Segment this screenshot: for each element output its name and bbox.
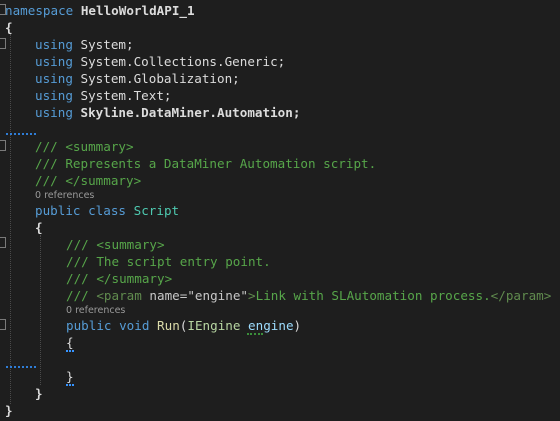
using-namespace: System.Text; <box>80 88 172 103</box>
code-line[interactable]: using System.Text; <box>35 87 560 104</box>
doc-comment-line[interactable]: /// </summary> <box>66 270 560 287</box>
xml-tag-close: > <box>248 288 256 303</box>
doc-comment-line[interactable]: /// Represents a DataMiner Automation sc… <box>35 155 560 172</box>
change-marker <box>6 364 36 368</box>
keyword-public: public <box>35 203 81 218</box>
code-line[interactable]: public void Run(IEngine engine) <box>66 317 560 334</box>
keyword-using: using <box>35 71 73 86</box>
using-namespace: Skyline.DataMiner.Automation; <box>80 105 301 120</box>
keyword-using: using <box>35 54 73 69</box>
code-line[interactable]: using System; <box>35 36 560 53</box>
using-namespace: System; <box>80 37 134 52</box>
xml-tag-open: <param <box>96 288 150 303</box>
brace: { <box>35 220 43 235</box>
fold-toggle-method-summary[interactable] <box>0 237 6 248</box>
keyword-using: using <box>35 105 73 120</box>
code-line[interactable]: } <box>35 385 560 402</box>
method-name: Run <box>157 318 180 333</box>
squiggle-marker <box>66 350 74 352</box>
namespace-name: HelloWorldAPI_1 <box>80 3 195 18</box>
class-name: Script <box>133 203 180 218</box>
doc-comment-line[interactable]: /// <summary> <box>66 236 560 253</box>
using-namespace: System.Globalization; <box>80 71 240 86</box>
code-editor[interactable]: namespace HelloWorldAPI_1 { using System… <box>0 0 560 421</box>
keyword-void: void <box>119 318 150 333</box>
xml-attr-value: "engine" <box>187 288 249 303</box>
code-line[interactable]: using System.Collections.Generic; <box>35 53 560 70</box>
brace: } <box>35 386 43 401</box>
doc-comment-line[interactable]: /// <param name="engine">Link with SLAut… <box>66 287 560 304</box>
brace: { <box>5 20 13 35</box>
code-line[interactable]: } <box>5 402 560 419</box>
brace: { <box>66 335 74 350</box>
keyword-using: using <box>35 88 73 103</box>
keyword-using: using <box>35 37 73 52</box>
doc-comment-line[interactable]: /// <summary> <box>35 138 560 155</box>
keyword-public: public <box>66 318 112 333</box>
keyword-class: class <box>88 203 127 218</box>
keyword-namespace: namespace <box>5 3 74 18</box>
code-line[interactable]: { <box>5 19 560 36</box>
codelens-references[interactable]: 0 references <box>66 305 125 317</box>
code-line[interactable]: } <box>66 368 560 385</box>
fold-toggle-usings[interactable] <box>0 38 6 49</box>
code-line[interactable]: using System.Globalization; <box>35 70 560 87</box>
code-line[interactable]: { <box>66 334 560 351</box>
parameter-name: engine <box>248 318 294 333</box>
change-marker <box>6 131 36 135</box>
code-line[interactable]: { <box>35 219 560 236</box>
codelens-references[interactable]: 0 references <box>35 190 94 202</box>
comment-text: Link with SLAutomation process. <box>255 288 491 303</box>
fold-toggle-class-summary[interactable] <box>0 140 6 151</box>
brace: } <box>66 369 74 384</box>
code-line[interactable]: using Skyline.DataMiner.Automation; <box>35 104 560 121</box>
indent-guide <box>10 34 11 404</box>
comment-prefix: /// <box>66 288 97 303</box>
brace: } <box>5 403 13 418</box>
doc-comment-line[interactable]: /// The script entry point. <box>66 253 560 270</box>
xml-end-tag: </param> <box>490 288 552 303</box>
code-line[interactable]: public class Script <box>35 202 560 219</box>
fold-toggle-method[interactable] <box>0 319 6 330</box>
xml-attr: name= <box>149 288 188 303</box>
type-name: IEngine <box>187 318 241 333</box>
using-namespace: System.Collections.Generic; <box>80 54 286 69</box>
paren-close: ) <box>293 318 302 333</box>
code-line[interactable]: namespace HelloWorldAPI_1 <box>5 2 560 19</box>
doc-comment-line[interactable]: /// </summary> <box>35 172 560 189</box>
indent-guide <box>40 235 41 385</box>
